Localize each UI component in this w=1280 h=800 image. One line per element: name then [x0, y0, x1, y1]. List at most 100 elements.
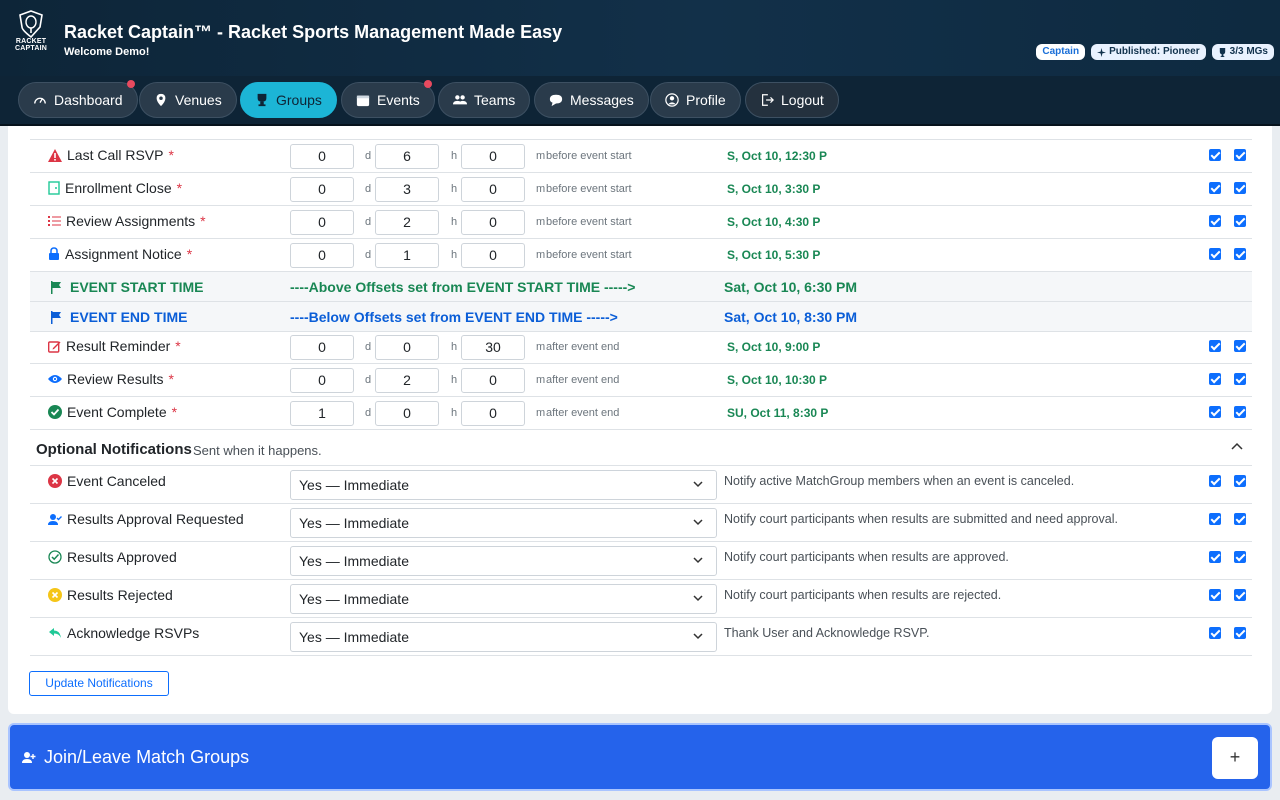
email-checkbox[interactable] [1209, 627, 1221, 639]
minutes-unit: m [536, 183, 546, 195]
frequency-select[interactable]: Yes — Immediate [290, 508, 717, 538]
frequency-select[interactable]: Yes — Immediate [290, 546, 717, 576]
email-checkbox[interactable] [1209, 182, 1221, 194]
section-subtitle: Sent when it happens. [193, 443, 322, 458]
nav-events-label: Events [377, 92, 420, 108]
optional-row-event-canceled: Event Canceled Yes — Immediate Notify ac… [30, 466, 1252, 504]
hours-unit: h [451, 150, 458, 162]
email-checkbox[interactable] [1209, 406, 1221, 418]
frequency-select[interactable]: Yes — Immediate [290, 622, 717, 652]
chat-icon [549, 94, 563, 107]
app-logo[interactable]: RACKET CAPTAIN [12, 10, 50, 56]
hours-input[interactable]: 0 [375, 335, 439, 360]
sms-checkbox[interactable] [1234, 149, 1246, 161]
racket-shield-icon [19, 10, 43, 38]
row-description: Notify active MatchGroup members when an… [724, 474, 1075, 488]
email-checkbox[interactable] [1209, 149, 1221, 161]
email-checkbox[interactable] [1209, 373, 1221, 385]
hours-input[interactable]: 2 [375, 368, 439, 393]
sms-checkbox[interactable] [1234, 406, 1246, 418]
days-input[interactable]: 1 [290, 401, 354, 426]
email-checkbox[interactable] [1209, 475, 1221, 487]
minutes-input[interactable]: 0 [461, 144, 525, 169]
minutes-input[interactable]: 0 [461, 368, 525, 393]
chevron-down-icon [693, 481, 703, 488]
nav-logout[interactable]: Logout [745, 82, 839, 118]
minutes-input[interactable]: 0 [461, 210, 525, 235]
days-input[interactable]: 0 [290, 144, 354, 169]
nav-events[interactable]: Events [341, 80, 435, 118]
nav-profile[interactable]: Profile [650, 82, 741, 118]
sms-checkbox[interactable] [1234, 340, 1246, 352]
reply-icon [49, 628, 61, 638]
required-mark: * [168, 147, 174, 163]
sms-checkbox[interactable] [1234, 373, 1246, 385]
nav-venues[interactable]: Venues [139, 82, 237, 118]
email-checkbox[interactable] [1209, 340, 1221, 352]
hours-unit: h [451, 407, 458, 419]
nav-groups[interactable]: Groups [240, 82, 337, 118]
days-input[interactable]: 0 [290, 335, 354, 360]
chevron-up-icon[interactable] [1230, 440, 1244, 454]
join-leave-groups-panel[interactable]: Join/Leave Match Groups + [8, 723, 1272, 791]
row-label: Results Approval Requested [48, 511, 244, 527]
minutes-input[interactable]: 30 [461, 335, 525, 360]
expand-button[interactable]: + [1212, 737, 1258, 779]
hours-input[interactable]: 6 [375, 144, 439, 169]
email-checkbox[interactable] [1209, 248, 1221, 260]
minutes-input[interactable]: 0 [461, 177, 525, 202]
update-notifications-button[interactable]: Update Notifications [29, 671, 169, 696]
trophy-icon [1219, 47, 1225, 57]
days-input[interactable]: 0 [290, 210, 354, 235]
nav-venues-label: Venues [175, 92, 222, 108]
sms-checkbox[interactable] [1234, 513, 1246, 525]
minutes-input[interactable]: 0 [461, 401, 525, 426]
event-end-message: ----Below Offsets set from EVENT END TIM… [290, 309, 618, 325]
days-input[interactable]: 0 [290, 368, 354, 393]
sms-checkbox[interactable] [1234, 475, 1246, 487]
relation-text: before event start [546, 183, 632, 195]
row-label-text: Review Assignments [66, 213, 196, 229]
sms-checkbox[interactable] [1234, 182, 1246, 194]
email-checkbox[interactable] [1209, 589, 1221, 601]
nav-messages[interactable]: Messages [534, 82, 649, 118]
row-label: Acknowledge RSVPs [48, 625, 199, 641]
sms-checkbox[interactable] [1234, 627, 1246, 639]
chevron-down-icon [693, 519, 703, 526]
minutes-input[interactable]: 0 [461, 243, 525, 268]
email-checkbox[interactable] [1209, 551, 1221, 563]
sms-checkbox[interactable] [1234, 215, 1246, 227]
hours-input[interactable]: 0 [375, 401, 439, 426]
relation-text: before event start [546, 249, 632, 261]
nav-dashboard[interactable]: Dashboard [18, 80, 138, 118]
hours-input[interactable]: 1 [375, 243, 439, 268]
computed-datetime: S, Oct 10, 9:00 P [727, 340, 821, 354]
hours-input[interactable]: 3 [375, 177, 439, 202]
frequency-select[interactable]: Yes — Immediate [290, 584, 717, 614]
email-checkbox[interactable] [1209, 215, 1221, 227]
user-circle-icon [665, 93, 679, 107]
sms-checkbox[interactable] [1234, 551, 1246, 563]
days-unit: d [365, 407, 372, 419]
optional-row-results-approved: Results Approved Yes — Immediate Notify … [30, 542, 1252, 580]
required-mark: * [171, 404, 178, 420]
nav-teams[interactable]: Teams [438, 82, 531, 118]
row-description: Thank User and Acknowledge RSVP. [724, 626, 930, 640]
frequency-select[interactable]: Yes — Immediate [290, 470, 717, 500]
computed-datetime: S, Oct 10, 4:30 P [727, 215, 821, 229]
gauge-icon [34, 97, 46, 104]
flag-icon [51, 280, 61, 294]
row-label: Result Reminder * [48, 338, 181, 354]
event-end-time: Sat, Oct 10, 8:30 PM [724, 309, 858, 325]
days-input[interactable]: 0 [290, 243, 354, 268]
main-nav: Dashboard Venues Groups Events Teams Mes… [0, 76, 1280, 126]
sms-checkbox[interactable] [1234, 589, 1246, 601]
optional-notifications-header[interactable]: Optional Notifications Sent when it happ… [30, 430, 1252, 466]
relation-text: after event end [546, 341, 620, 353]
days-input[interactable]: 0 [290, 177, 354, 202]
email-checkbox[interactable] [1209, 513, 1221, 525]
sms-checkbox[interactable] [1234, 248, 1246, 260]
row-label-text: Review Results [67, 371, 164, 387]
hours-input[interactable]: 2 [375, 210, 439, 235]
warning-icon [48, 148, 62, 162]
